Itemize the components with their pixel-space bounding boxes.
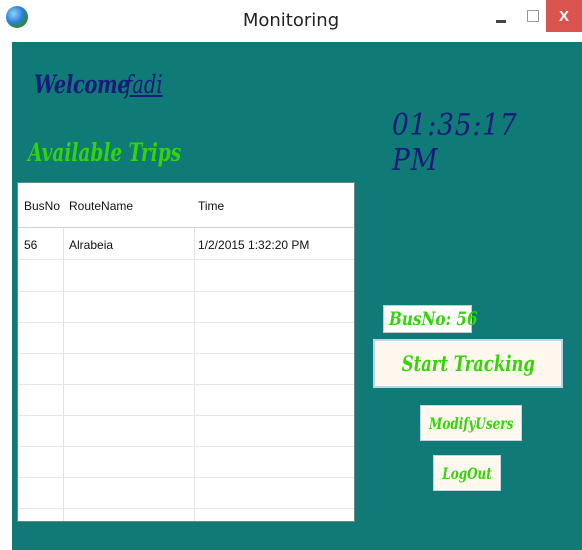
close-button[interactable]: X [546,0,582,32]
start-tracking-label: Start Tracking [401,351,535,376]
empty-row [18,291,354,323]
clock-display: 01:35:17 PM [392,108,518,178]
trips-table[interactable]: BusNo RouteName Time 56 Alrabeia 1/2/201… [17,182,355,522]
busno-text: BusNo: 56 [389,308,478,330]
minimize-icon [496,19,506,23]
empty-row [18,353,354,385]
column-header-time[interactable]: Time [198,199,224,213]
start-tracking-button[interactable]: Start Tracking [373,339,563,388]
welcome-label: Welcome [34,70,130,99]
cell-busno: 56 [24,238,38,252]
modify-users-label: ModifyUsers [428,413,514,433]
cell-time: 1/2/2015 1:32:20 PM [198,238,310,252]
username-link[interactable]: fadi [125,70,163,99]
main-panel: Welcome fadi 01:35:17 PM Available Trips… [12,42,582,550]
minimize-button[interactable] [486,0,516,32]
empty-row [18,477,354,509]
cell-routename: Alrabeia [69,238,114,252]
logout-button[interactable]: LogOut [433,455,501,491]
table-header: BusNo RouteName Time [18,183,354,228]
table-row[interactable]: 56 Alrabeia 1/2/2015 1:32:20 PM [18,228,354,260]
title-bar: Monitoring X [0,0,582,42]
empty-row [18,415,354,447]
column-header-busno[interactable]: BusNo [24,199,60,213]
column-header-routename[interactable]: RouteName [69,199,133,213]
empty-row [18,322,354,354]
logout-label: LogOut [442,463,492,483]
available-trips-title: Available Trips [28,138,182,167]
maximize-icon [527,10,539,22]
maximize-button[interactable] [518,0,548,32]
monitoring-window: Monitoring X Welcome fadi 01:35:17 PM Av… [0,0,582,550]
close-icon: X [558,7,569,25]
empty-row [18,384,354,416]
empty-row [18,260,354,292]
modify-users-button[interactable]: ModifyUsers [420,405,522,441]
busno-label: BusNo: 56 [383,305,478,333]
empty-row [18,446,354,478]
